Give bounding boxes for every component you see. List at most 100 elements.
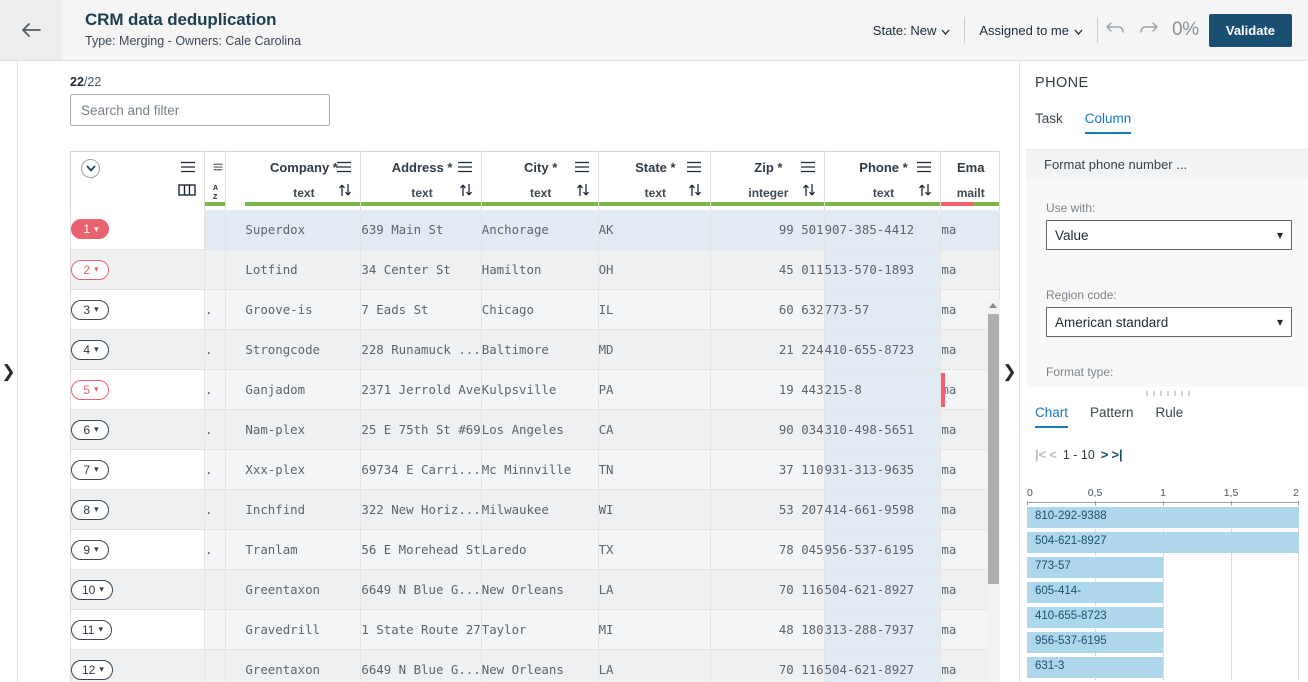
row-truncated-cell[interactable]: . (204, 329, 227, 370)
cell-company[interactable]: Superdox (245, 209, 362, 250)
hamburger-menu-icon[interactable] (180, 160, 196, 178)
row-badge[interactable]: 5 ▾ (71, 379, 109, 400)
cell-address[interactable]: 322 New Horiz... (360, 489, 482, 530)
cell-company[interactable]: Groove-is (245, 289, 362, 330)
cell-city[interactable]: Baltimore (481, 329, 599, 370)
row-truncated-cell[interactable]: . (204, 449, 227, 490)
back-button[interactable] (0, 0, 62, 60)
cell-state[interactable]: TX (598, 529, 712, 570)
cell-company[interactable]: Gravedrill (245, 609, 362, 650)
cell-state[interactable]: LA (598, 649, 712, 682)
table-row[interactable]: 11 ▾ Gravedrill 1 State Route 27 Taylor MI 48 … (70, 609, 1000, 650)
cell-state[interactable]: AK (598, 209, 712, 250)
row-badge[interactable]: 9 ▾ (71, 539, 109, 560)
cell-phone[interactable]: 956-537-6195 (824, 529, 942, 570)
az-sort-icon[interactable]: AZ (213, 183, 223, 203)
cell-address[interactable]: 6649 N Blue G... (360, 569, 482, 610)
row-truncated-cell[interactable]: . (204, 409, 227, 450)
cell-company[interactable]: Xxx-plex (245, 449, 362, 490)
cell-company[interactable]: Tranlam (245, 529, 362, 570)
panel-splitter[interactable] (1026, 387, 1308, 403)
cell-phone[interactable]: 907-385-4412 (824, 209, 942, 250)
cell-zip[interactable]: 78 045 (710, 529, 825, 570)
cell-address[interactable]: 7 Eads St (360, 289, 482, 330)
hamburger-menu-icon[interactable] (800, 160, 816, 178)
row-truncated-cell[interactable]: . (204, 369, 227, 410)
cell-zip[interactable]: 21 224 (710, 329, 825, 370)
row-badge[interactable]: 12 ▾ (71, 659, 113, 680)
right-panel-collapse-handle[interactable]: ❯ (1000, 61, 1019, 682)
hamburger-menu-icon[interactable] (213, 160, 223, 178)
cell-city[interactable]: Milwaukee (481, 489, 599, 530)
cell-zip[interactable]: 60 632 (710, 289, 825, 330)
cell-company[interactable]: Greentaxon (245, 569, 362, 610)
sort-updown-icon[interactable] (802, 183, 816, 200)
table-row[interactable]: 7 ▾. Xxx-plex 69734 E Carri... Mc Minnville T… (70, 449, 1000, 490)
cell-phone[interactable]: 504-621-8927 (824, 649, 942, 682)
assigned-dropdown[interactable]: Assigned to me (965, 23, 1097, 38)
table-row[interactable]: 5 ▾. Ganjadom 2371 Jerrold Ave Kulpsville PA 1… (70, 369, 1000, 410)
cell-city[interactable]: Laredo (481, 529, 599, 570)
scrollbar-thumb[interactable] (988, 314, 999, 584)
cell-address[interactable]: 1 State Route 27 (360, 609, 482, 650)
row-truncated-cell[interactable]: . (204, 489, 227, 530)
table-row[interactable]: 12 ▾ Greentaxon 6649 N Blue G... New Orleans… (70, 649, 1000, 682)
hamburger-menu-icon[interactable] (336, 160, 352, 178)
row-badge[interactable]: 10 ▾ (71, 579, 113, 600)
table-row[interactable]: 10 ▾ Greentaxon 6649 N Blue G... New Orleans… (70, 569, 1000, 610)
row-truncated-cell[interactable] (204, 249, 227, 290)
table-vertical-scrollbar[interactable] (987, 300, 1000, 682)
redo-button[interactable] (1132, 13, 1166, 47)
row-badge[interactable]: 8 ▾ (71, 499, 109, 520)
hamburger-menu-icon[interactable] (686, 160, 702, 178)
sort-updown-icon[interactable] (688, 183, 702, 200)
chart-bar-row[interactable]: 773-57 (1027, 555, 1299, 580)
row-truncated-cell[interactable] (204, 569, 227, 610)
cell-address[interactable]: 69734 E Carri... (360, 449, 482, 490)
cell-address[interactable]: 25 E 75th St #69 (360, 409, 482, 450)
tab-chart[interactable]: Chart (1035, 405, 1069, 428)
table-row[interactable]: 1 ▾ Superdox 639 Main St Anchorage AK 99 501 90… (70, 209, 1000, 250)
cell-state[interactable]: TN (598, 449, 712, 490)
row-badge[interactable]: 6 ▾ (71, 419, 109, 440)
cell-phone[interactable]: 513-570-1893 (824, 249, 942, 290)
cell-phone[interactable]: 410-655-8723 (824, 329, 942, 370)
row-badge[interactable]: 4 ▾ (71, 339, 109, 360)
chart-bar-row[interactable]: 810-292-9388 (1027, 505, 1299, 530)
table-row[interactable]: 2 ▾ Lotfind 34 Center St Hamilton OH 45 011 513… (70, 249, 1000, 290)
function-name-header[interactable]: Format phone number ... (1026, 149, 1308, 179)
tab-task[interactable]: Task (1035, 111, 1063, 134)
cell-city[interactable]: Anchorage (481, 209, 599, 250)
search-input[interactable] (70, 94, 330, 126)
cell-company[interactable]: Nam-plex (245, 409, 362, 450)
sort-updown-icon[interactable] (918, 183, 932, 200)
table-row[interactable]: 8 ▾. Inchfind 322 New Horiz... Milwaukee WI 53… (70, 489, 1000, 530)
row-badge[interactable]: 11 ▾ (71, 619, 112, 640)
cell-state[interactable]: LA (598, 569, 712, 610)
cell-email[interactable]: ma (940, 209, 1000, 250)
table-row[interactable]: 4 ▾. Strongcode 228 Runamuck ... Baltimore MD… (70, 329, 1000, 370)
use-with-select[interactable]: Value ▾ (1046, 220, 1292, 250)
cell-zip[interactable]: 70 116 (710, 649, 825, 682)
row-badge[interactable]: 2 ▾ (71, 259, 109, 280)
hamburger-menu-icon[interactable] (916, 160, 932, 178)
pager-first-button[interactable]: |< (1035, 447, 1046, 462)
cell-zip[interactable]: 53 207 (710, 489, 825, 530)
cell-city[interactable]: Mc Minnville (481, 449, 599, 490)
chart-bar-row[interactable]: 504-621-8927 (1027, 530, 1299, 555)
hamburger-menu-icon[interactable] (574, 160, 590, 178)
sort-updown-icon[interactable] (338, 183, 352, 200)
cell-company[interactable]: Greentaxon (245, 649, 362, 682)
left-panel-expand-handle[interactable]: ❯ (0, 61, 18, 682)
chart-bar-row[interactable]: 410-655-8723 (1027, 605, 1299, 630)
cell-zip[interactable]: 48 180 (710, 609, 825, 650)
row-truncated-cell[interactable]: . (204, 289, 227, 330)
cell-state[interactable]: PA (598, 369, 712, 410)
tab-rule[interactable]: Rule (1156, 405, 1184, 428)
cell-phone[interactable]: 215-8 (824, 369, 942, 410)
validate-button[interactable]: Validate (1208, 13, 1292, 47)
cell-company[interactable]: Ganjadom (245, 369, 362, 410)
cell-state[interactable]: MD (598, 329, 712, 370)
cell-state[interactable]: IL (598, 289, 712, 330)
row-badge[interactable]: 3 ▾ (71, 299, 109, 320)
